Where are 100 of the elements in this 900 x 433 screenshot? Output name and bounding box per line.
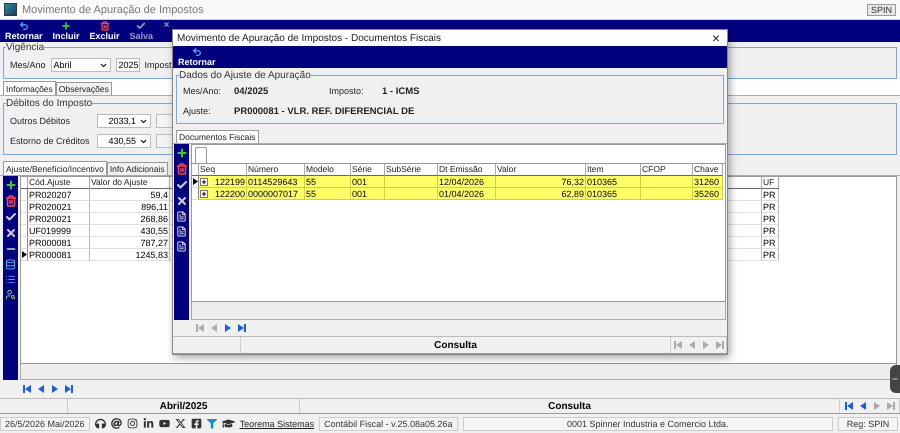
corner-label: SPIN [866,4,896,16]
field-value: 1 - ICMS [382,86,420,96]
document-icon[interactable] [176,226,187,237]
instagram-icon[interactable] [126,418,138,429]
table-cell: 0114529643 [247,176,305,188]
check-icon [136,21,146,31]
plus-icon[interactable] [4,179,16,191]
column-header: Valor do Ajuste [90,177,170,189]
table-cell: 55 [305,188,351,200]
date-label: 26/5/2026 Mai/2026 [0,416,90,430]
at-icon[interactable] [110,418,122,429]
previous-icon[interactable] [36,384,46,394]
document-icon[interactable] [176,211,187,222]
last-record-icon[interactable] [64,384,74,394]
table-cell: PR [762,213,779,225]
table-cell: UF019999 [28,225,90,237]
expand-icon[interactable] [200,190,208,198]
table-cell: 1245,83 [90,249,170,261]
database-icon[interactable] [5,259,16,270]
company-label: 0001 Spinner Industria e Comercio Ltda. [462,416,833,430]
column-header: SubSérie [385,164,438,176]
table-cell [385,188,438,200]
table-cell [641,188,693,200]
year-field[interactable]: 2025 [116,58,140,72]
linkedin-icon[interactable] [142,418,154,429]
column-header: Seq [199,164,247,176]
youtube-icon[interactable] [158,418,170,429]
group-title: Dados do Ajuste de Apuração [179,70,311,81]
table-cell: PR [762,237,779,249]
column-header: Item [586,164,641,176]
month-select[interactable]: Abril [50,58,111,72]
next-icon[interactable] [223,323,233,333]
add-button[interactable]: Incluir [50,21,82,41]
previous-icon[interactable] [858,401,868,411]
list-icon[interactable] [5,274,16,285]
next-icon[interactable] [50,384,60,394]
field-value: PR000081 - VLR. REF. DIFERENCIAL DE [234,106,414,116]
column-header: Chave [693,164,723,176]
funnel-icon[interactable] [206,418,217,428]
table-cell: 0000007017 [247,188,305,200]
close-icon[interactable] [4,227,16,239]
amount-select[interactable]: 430,55 [97,134,151,148]
field-label: Imposto: [329,86,365,96]
version-label: Contábil Fiscal - v.25.08a05.26a [319,416,458,430]
mode-label: Consulta [548,400,591,412]
side-handle[interactable] [890,365,900,393]
x-icon[interactable] [174,418,186,429]
table-cell: 010365 [586,176,641,188]
table-cell [641,176,693,188]
table-cell [385,176,438,188]
return-icon [192,47,202,57]
graduation-cap-icon[interactable] [222,417,235,430]
tab[interactable]: Observações [56,82,112,95]
table-cell: PR [762,225,779,237]
table-cell: 01/04/2026 [438,188,496,200]
tab[interactable]: Info Adicionais [106,162,168,175]
delete-button[interactable]: Excluir [88,21,122,41]
column-header: Modelo [305,164,351,176]
user-search-icon[interactable] [5,289,16,300]
tab[interactable]: Documentos Fiscais [176,130,259,143]
first-record-icon[interactable] [22,384,32,394]
close-icon[interactable] [176,195,188,207]
document-icon[interactable] [176,241,187,252]
column-header: Número [247,164,305,176]
return-button[interactable]: Retornar [3,21,45,41]
table-cell: 31260 [693,176,723,188]
tab[interactable]: Informações [3,81,56,95]
company-link[interactable]: Teorema Sistemas [240,418,314,428]
trash-icon[interactable] [4,195,16,207]
tab[interactable]: Ajuste/Benefício/Incentivo [3,161,107,175]
table-cell: 001 [351,188,385,200]
table-cell: 59,4 [90,189,170,201]
tab[interactable] [195,147,207,163]
column-header: Dt Emissão [438,164,496,176]
close-button[interactable]: × [708,32,723,44]
table-cell: PR [762,201,779,213]
check-icon[interactable] [4,211,16,223]
row-indicator[interactable] [21,249,28,261]
return-button[interactable]: Retornar [176,47,218,67]
window-title: Movimento de Apuração de Impostos [22,4,204,16]
dialog-title: Movimento de Apuração de Impostos - Documentos Fiscais [177,32,442,44]
check-icon[interactable] [176,179,188,191]
last-record-icon[interactable] [237,323,247,333]
field-label: Ajuste: [183,106,212,116]
trash-icon[interactable] [176,163,188,175]
table-cell: PR [762,189,779,201]
column-header: Valor [496,164,586,176]
table-cell: 12/04/2026 [438,176,496,188]
amount-select[interactable]: 2033,1 [97,114,151,128]
table-cell: 62,89 [496,188,586,200]
table-cell: 896,11 [90,201,170,213]
column-header: UF [762,177,779,189]
first-record-icon[interactable] [844,401,854,411]
expand-icon[interactable] [200,178,208,186]
row-indicator[interactable] [192,176,199,188]
field-value: 04/2025 [234,86,270,96]
facebook-icon[interactable] [190,418,202,429]
headset-icon[interactable] [94,418,106,429]
plus-icon[interactable] [176,147,188,159]
table-cell: PR020207 [28,189,90,201]
